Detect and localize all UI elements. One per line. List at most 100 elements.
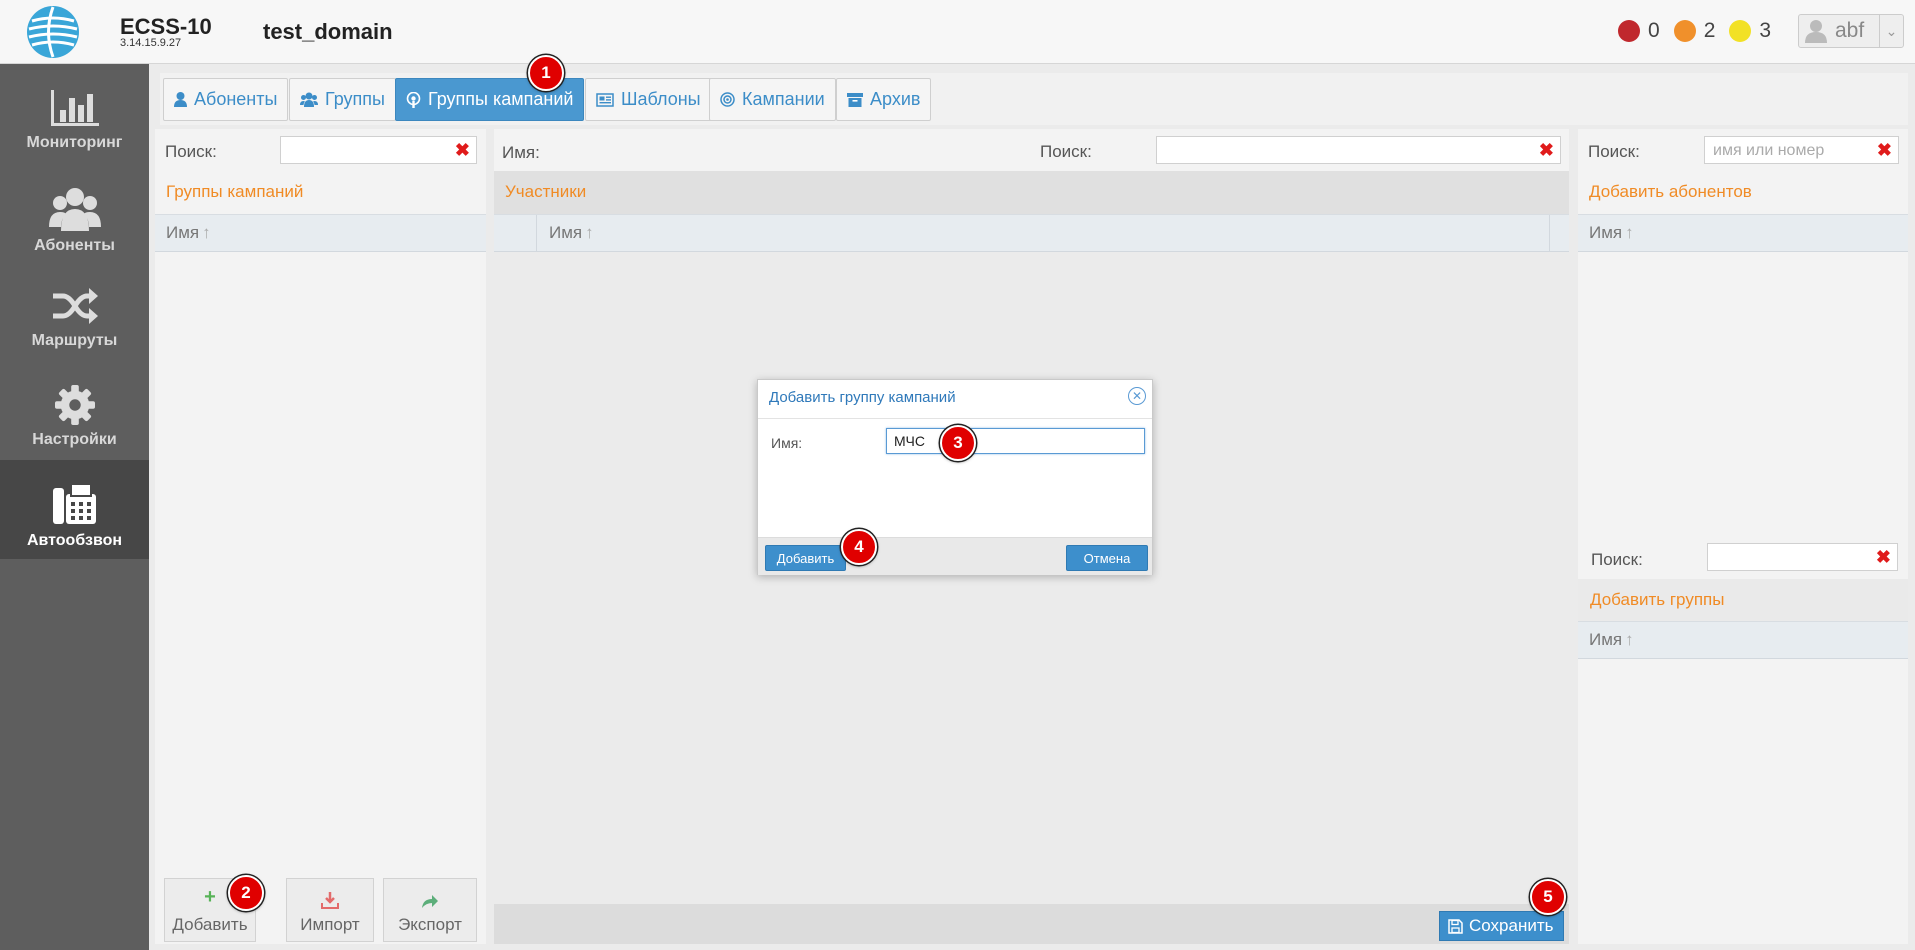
dialog-name-label: Имя: [771,435,803,451]
sidebar-item-routes[interactable]: Маршруты [0,262,149,361]
dialog-footer: Добавить Отмена [758,537,1152,575]
user-menu[interactable]: abf ⌄ [1798,14,1904,48]
select-column-header[interactable] [494,215,537,251]
floppy-disk-icon [1448,918,1463,934]
column-header-name[interactable]: Имя ↑ [1578,621,1908,659]
export-button-label: Экспорт [398,915,462,934]
archive-icon [847,93,863,107]
search-placeholder: имя или номер [1713,142,1825,159]
sidebar-item-monitoring[interactable]: Мониторинг [0,64,149,163]
share-icon [422,895,438,908]
tab-label: Группы кампаний [428,89,574,109]
sidebar-item-label: Мониторинг [26,134,123,151]
bar-chart-icon [50,90,99,126]
step-marker-4: 4 [841,529,877,565]
tab-groups[interactable]: Группы [289,78,396,121]
dialog-title: Добавить группу кампаний [769,389,956,406]
column-header-name[interactable]: Имя ↑ [155,214,486,252]
target-icon [720,92,735,107]
tab-label: Архив [870,89,921,109]
import-button[interactable]: Импорт [286,878,374,942]
tab-subscribers[interactable]: Абоненты [163,78,289,121]
step-marker-5: 5 [1530,879,1566,915]
save-button-label: Сохранить [1469,916,1554,935]
fax-phone-icon [52,484,96,524]
major-alarm-count: 2 [1703,19,1716,42]
clear-search-icon[interactable]: ✖ [1539,141,1554,159]
sort-asc-icon: ↑ [1625,223,1634,242]
major-alarm-icon[interactable] [1673,20,1696,42]
sidebar-item-autodialer[interactable]: Автообзвон [0,460,149,559]
save-button[interactable]: Сохранить [1439,911,1564,941]
sidebar-item-subscribers[interactable]: Абоненты [0,163,149,262]
subscriber-search-input[interactable]: имя или номер ✖ [1704,136,1899,164]
close-icon[interactable]: ✕ [1128,387,1146,405]
tab-bar: Абоненты Группы Группы кампаний Шаблоны … [160,73,1908,125]
step-marker-3: 3 [940,425,976,461]
campaign-groups-title: Группы кампаний [166,182,304,201]
tab-templates[interactable]: Шаблоны [585,78,712,121]
participants-search-input[interactable]: ✖ [1156,136,1561,164]
participants-title-bar [494,171,1569,214]
minor-alarm-icon[interactable] [1729,20,1752,42]
sidebar-item-label: Абоненты [34,237,115,254]
column-header-name[interactable]: Имя ↑ [537,223,1549,243]
tab-archive[interactable]: Архив [836,78,932,121]
sidebar: Мониторинг Абоненты Маршруты Настройки А… [0,64,149,950]
sort-asc-icon: ↑ [202,223,211,242]
import-icon [321,892,339,909]
tab-campaigns[interactable]: Кампании [709,78,836,121]
sidebar-item-label: Маршруты [31,332,118,349]
minor-alarm-count: 3 [1759,19,1772,42]
clear-search-icon[interactable]: ✖ [1877,141,1892,159]
users-icon [300,92,318,107]
user-icon [174,92,187,107]
users-icon [48,188,101,231]
chevron-down-icon[interactable]: ⌄ [1879,15,1903,47]
campaign-group-name-input[interactable]: МЧС [886,428,1145,454]
shuffle-icon [52,288,98,324]
domain-title: test_domain [263,19,393,44]
user-avatar-icon [1805,20,1827,43]
alarm-indicators[interactable]: 0 2 3 [1618,19,1785,43]
export-button[interactable]: Экспорт [383,878,477,942]
column-name-label: Имя [549,223,583,242]
user-name: abf [1835,19,1865,42]
tab-label: Группы [325,89,385,109]
participants-table-header: Имя ↑ [494,214,1569,252]
sidebar-item-settings[interactable]: Настройки [0,361,149,460]
critical-alarm-icon[interactable] [1618,20,1640,42]
column-name-label: Имя [166,223,200,242]
name-label: Имя: [502,143,540,162]
sidebar-item-label: Настройки [32,431,117,448]
dialog-divider [758,418,1152,419]
search-label: Поиск: [165,142,217,161]
add-subscribers-title: Добавить абонентов [1589,182,1752,201]
column-name-label: Имя [1589,630,1623,649]
search-label: Поиск: [1588,142,1640,161]
column-header-name[interactable]: Имя ↑ [1578,214,1908,252]
dialog-add-button[interactable]: Добавить [765,545,846,571]
search-label: Поиск: [1591,550,1643,569]
tab-label: Кампании [742,89,825,109]
campaign-groups-search-input[interactable]: ✖ [280,136,477,164]
dialog-cancel-button[interactable]: Отмена [1066,545,1148,571]
tab-label: Абоненты [194,89,278,109]
add-groups-title: Добавить группы [1590,590,1725,609]
critical-alarm-count: 0 [1648,19,1660,42]
ecss-logo-icon [27,6,79,58]
column-name-label: Имя [1589,223,1623,242]
add-campaign-group-dialog: Добавить группу кампаний ✕ Имя: МЧС Доба… [757,379,1153,575]
clear-search-icon[interactable]: ✖ [455,141,470,159]
tab-label: Шаблоны [621,89,701,109]
group-search-input[interactable]: ✖ [1707,543,1898,571]
step-marker-1: 1 [528,55,564,91]
app-version: 3.14.15.9.27 [120,37,182,49]
add-button-label: Добавить [172,915,248,934]
import-button-label: Импорт [300,915,360,934]
sort-asc-icon: ↑ [1625,630,1634,649]
podcast-icon [406,91,421,108]
newspaper-icon [596,92,614,107]
step-marker-2: 2 [228,875,264,911]
clear-search-icon[interactable]: ✖ [1876,548,1891,566]
